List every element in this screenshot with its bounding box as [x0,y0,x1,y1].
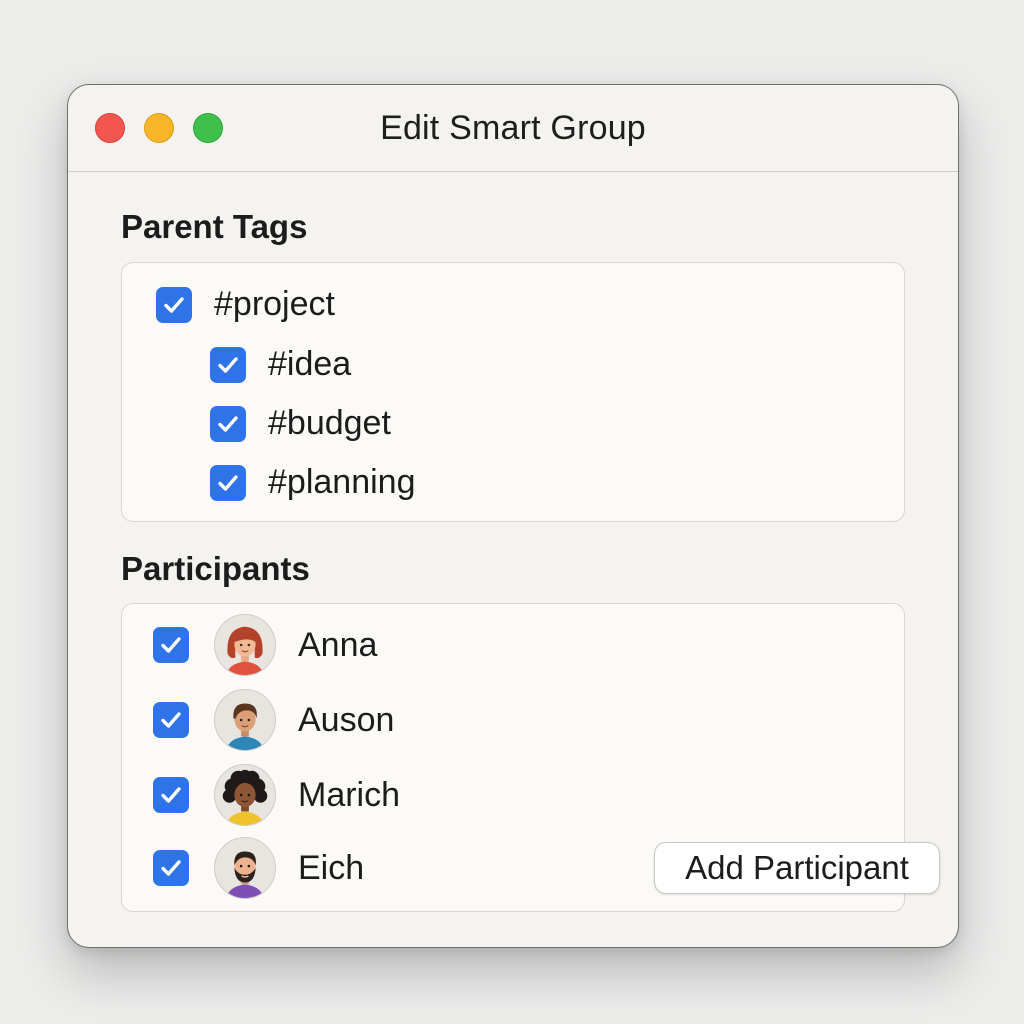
participant-checkbox-anna[interactable] [153,627,189,663]
tag-checkbox-budget[interactable] [210,405,246,442]
checkmark-icon [218,356,238,373]
participant-row-marich[interactable]: Marich [153,764,400,826]
tag-label: #budget [268,404,391,442]
participant-name: Marich [298,775,401,814]
participants-panel: Anna Auson Marich Eich Add Participant [121,603,940,912]
man-beard-avatar-icon [226,851,264,898]
participant-name: Anna [298,625,378,664]
tag-row-project[interactable]: #project [156,285,335,324]
checkmark-icon [218,415,238,432]
tag-row-planning[interactable]: #planning [210,463,415,502]
participant-checkbox-eich[interactable] [153,850,189,886]
checkmark-icon [161,712,181,728]
participant-name: Auson [298,700,395,739]
participant-row-anna[interactable]: Anna [153,614,377,676]
checkmark-icon [161,787,181,803]
participant-checkbox-auson[interactable] [153,702,189,738]
participant-row-auson[interactable]: Auson [153,689,394,751]
title-bar: Edit Smart Group [68,85,958,172]
add-participant-button[interactable]: Add Participant [654,842,940,894]
woman-red-hair-avatar-icon [226,626,264,675]
tag-row-idea[interactable]: #idea [210,345,351,384]
checkmark-icon [161,637,181,653]
participants-heading: Participants [121,550,310,587]
tag-row-budget[interactable]: #budget [210,404,391,443]
eich-avatar [214,837,276,899]
man-brown-hair-avatar-icon [226,703,264,750]
participant-name: Eich [298,848,365,887]
tag-label: #planning [268,463,416,501]
anna-avatar [214,614,276,676]
tag-label: #project [214,285,335,323]
tag-checkbox-planning[interactable] [210,464,246,501]
edit-smart-group-window: Edit Smart Group Parent Tags #project #i… [67,84,959,948]
marich-avatar [214,764,276,826]
tag-label: #idea [268,345,352,383]
checkmark-icon [161,860,181,876]
checkmark-icon [218,474,238,491]
woman-curly-hair-avatar-icon [222,769,268,825]
auson-avatar [214,689,276,751]
participant-checkbox-marich[interactable] [153,777,189,813]
parent-tags-heading: Parent Tags [121,208,308,245]
tag-checkbox-idea[interactable] [210,346,246,383]
tag-checkbox-project[interactable] [156,286,192,323]
parent-tags-panel: #project #idea #budget #planning [121,262,905,522]
participant-row-eich[interactable]: Eich [153,837,364,899]
window-title: Edit Smart Group [380,109,646,147]
checkmark-icon [164,296,184,313]
